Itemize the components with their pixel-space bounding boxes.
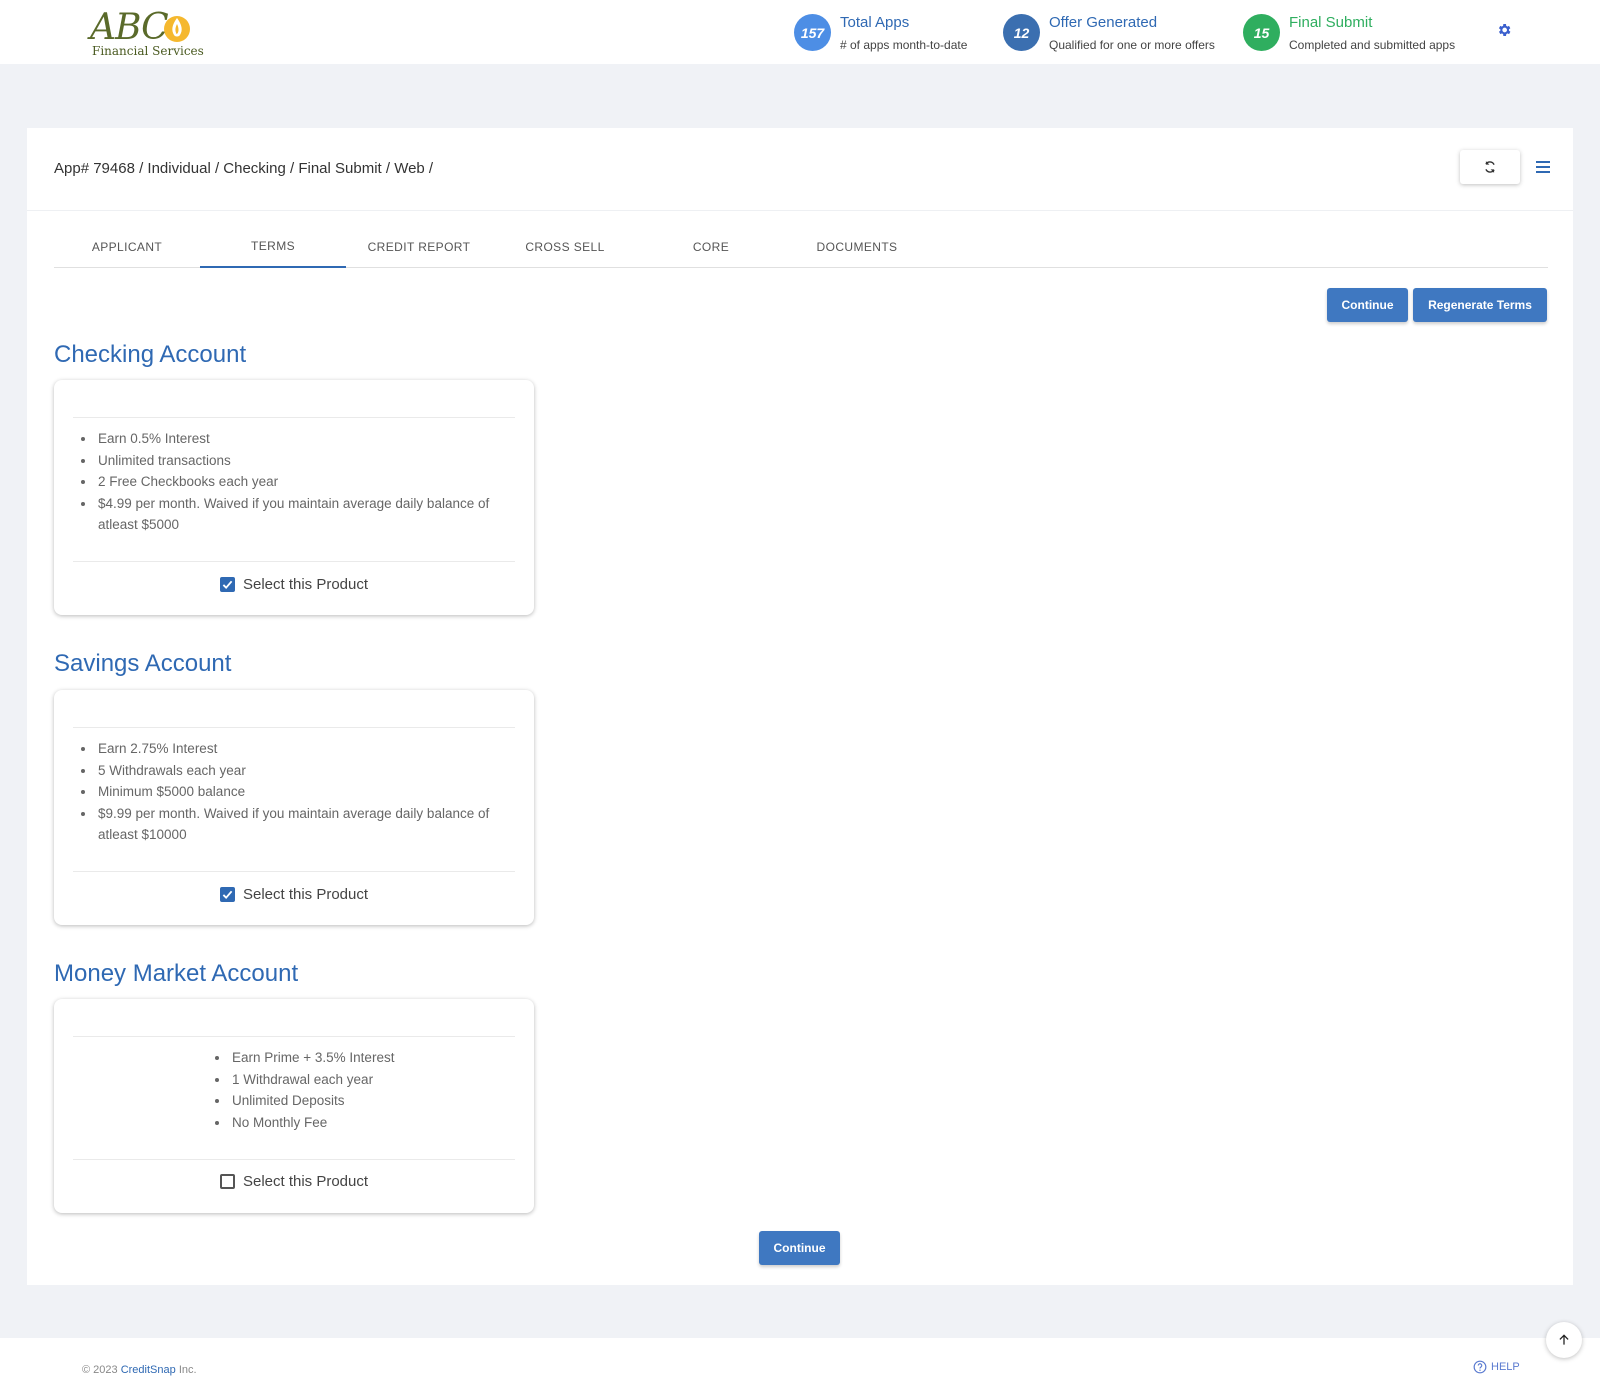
savings-account-title: Savings Account	[54, 650, 232, 677]
offer-generated-subtitle: Qualified for one or more offers	[1049, 38, 1215, 52]
card-divider	[73, 727, 515, 728]
checking-select-checkbox[interactable]	[219, 576, 235, 592]
money-market-product-card: Earn Prime + 3.5% Interest 1 Withdrawal …	[54, 999, 534, 1213]
list-item: $4.99 per month. Waived if you maintain …	[96, 493, 506, 536]
total-apps-subtitle: # of apps month-to-date	[840, 38, 968, 52]
final-submit-subtitle: Completed and submitted apps	[1289, 38, 1456, 52]
checking-features-list: Earn 0.5% Interest Unlimited transaction…	[96, 428, 506, 536]
money-market-features-list: Earn Prime + 3.5% Interest 1 Withdrawal …	[230, 1047, 510, 1133]
continue-button-top[interactable]: Continue	[1327, 288, 1408, 322]
header-divider	[27, 210, 1573, 211]
tab-documents[interactable]: DOCUMENTS	[784, 226, 930, 268]
logo-subtitle: Financial Services	[92, 44, 204, 58]
card-divider	[73, 1036, 515, 1037]
arrow-up-icon	[1559, 1334, 1569, 1345]
card-divider	[73, 561, 515, 562]
list-item: $9.99 per month. Waived if you maintain …	[96, 803, 506, 846]
list-item: 1 Withdrawal each year	[230, 1069, 510, 1091]
copyright-text: © 2023 CreditSnap Inc.	[82, 1364, 197, 1376]
total-apps-count-badge: 157	[794, 14, 831, 51]
logo-text: ABC	[90, 7, 169, 48]
help-icon	[1473, 1360, 1487, 1374]
scroll-to-top-button[interactable]	[1546, 1322, 1582, 1358]
money-market-select-row[interactable]: Select this Product	[54, 1169, 534, 1193]
continue-button-bottom[interactable]: Continue	[759, 1231, 840, 1265]
refresh-icon	[1485, 161, 1495, 173]
tab-cross-sell[interactable]: CROSS SELL	[492, 226, 638, 268]
footer: © 2023 CreditSnap Inc. HELP	[0, 1338, 1600, 1393]
regenerate-terms-button[interactable]: Regenerate Terms	[1413, 288, 1547, 322]
card-divider	[73, 417, 515, 418]
company-link[interactable]: CreditSnap	[121, 1364, 176, 1376]
final-submit-count-badge: 15	[1243, 14, 1280, 51]
company-logo[interactable]: ABC Financial Services	[90, 7, 204, 60]
hamburger-menu-icon[interactable]	[1536, 161, 1550, 173]
refresh-button[interactable]	[1460, 150, 1520, 184]
top-bar: ABC Financial Services 157 Total Apps # …	[0, 0, 1600, 64]
money-market-account-title: Money Market Account	[54, 960, 299, 987]
offer-generated-title: Offer Generated	[1049, 14, 1158, 31]
savings-product-card: Earn 2.75% Interest 5 Withdrawals each y…	[54, 690, 534, 925]
savings-select-row[interactable]: Select this Product	[54, 882, 534, 906]
money-market-select-label: Select this Product	[242, 1172, 369, 1190]
checking-product-card: Earn 0.5% Interest Unlimited transaction…	[54, 380, 534, 615]
copyright-prefix: © 2023	[82, 1364, 118, 1376]
card-divider	[73, 871, 515, 872]
list-item: 5 Withdrawals each year	[96, 760, 506, 782]
list-item: Minimum $5000 balance	[96, 781, 506, 803]
list-item: Earn Prime + 3.5% Interest	[230, 1047, 510, 1069]
checking-account-title: Checking Account	[54, 341, 247, 368]
checkmark-icon	[222, 890, 233, 899]
list-item: 2 Free Checkbooks each year	[96, 471, 506, 493]
total-apps-title: Total Apps	[840, 14, 910, 31]
help-link[interactable]: HELP	[1473, 1360, 1520, 1374]
list-item: Unlimited transactions	[96, 450, 506, 472]
list-item: Earn 2.75% Interest	[96, 738, 506, 760]
savings-features-list: Earn 2.75% Interest 5 Withdrawals each y…	[96, 738, 506, 846]
list-item: Earn 0.5% Interest	[96, 428, 506, 450]
breadcrumb: App# 79468 / Individual / Checking / Fin…	[54, 160, 434, 177]
offer-generated-count-badge: 12	[1003, 14, 1040, 51]
help-label: HELP	[1491, 1361, 1520, 1373]
money-market-select-checkbox[interactable]	[219, 1173, 235, 1189]
list-item: No Monthly Fee	[230, 1112, 510, 1134]
list-item: Unlimited Deposits	[230, 1090, 510, 1112]
tab-core[interactable]: CORE	[638, 226, 784, 268]
checking-select-label: Select this Product	[242, 575, 369, 593]
flame-icon	[164, 16, 190, 42]
tab-applicant[interactable]: APPLICANT	[54, 226, 200, 268]
tab-terms[interactable]: TERMS	[200, 226, 346, 268]
savings-select-label: Select this Product	[242, 885, 369, 903]
checking-select-row[interactable]: Select this Product	[54, 572, 534, 596]
card-divider	[73, 1159, 515, 1160]
checkmark-icon	[222, 580, 233, 589]
tab-credit-report[interactable]: CREDIT REPORT	[346, 226, 492, 268]
savings-select-checkbox[interactable]	[219, 886, 235, 902]
final-submit-title: Final Submit	[1289, 14, 1373, 31]
copyright-suffix: Inc.	[178, 1364, 197, 1376]
gear-icon[interactable]	[1496, 22, 1512, 38]
application-card: App# 79468 / Individual / Checking / Fin…	[27, 128, 1573, 1285]
tab-bar: APPLICANT TERMS CREDIT REPORT CROSS SELL…	[54, 226, 1548, 268]
